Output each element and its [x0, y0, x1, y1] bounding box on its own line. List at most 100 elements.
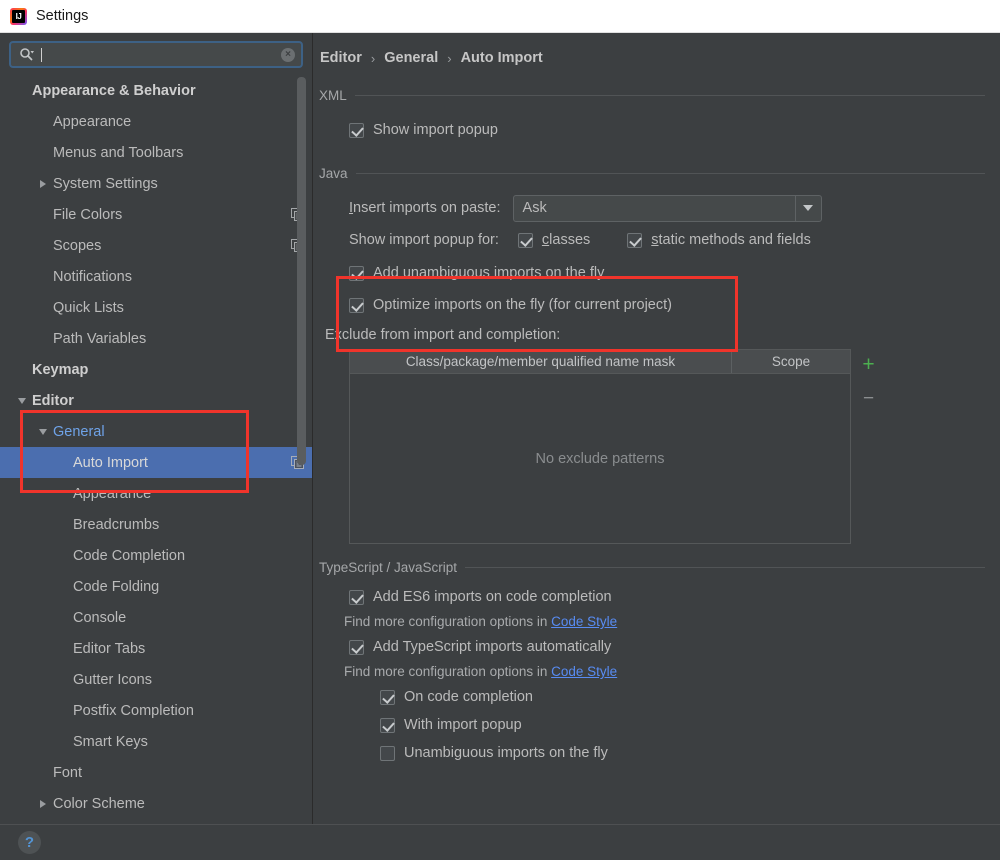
settings-sidebar: × Appearance & Behavior Appearance Menus a…: [0, 33, 313, 824]
search-input[interactable]: ×: [9, 41, 303, 68]
window-title: Settings: [36, 8, 89, 24]
sidebar-item-general[interactable]: General: [0, 416, 312, 447]
checkbox-icon[interactable]: [380, 717, 395, 733]
sidebar-item-quick-lists[interactable]: Quick Lists: [0, 292, 312, 323]
sidebar-item-breadcrumbs[interactable]: Breadcrumbs: [0, 509, 312, 540]
table-column-header-scope[interactable]: Scope: [732, 350, 850, 373]
checkbox-label: Optimize imports on the fly (for current…: [373, 297, 672, 313]
chevron-down-icon[interactable]: [12, 397, 32, 404]
checkbox-icon[interactable]: [380, 689, 395, 705]
checkbox-icon[interactable]: [380, 745, 395, 761]
exclude-table[interactable]: Class/package/member qualified name mask…: [349, 349, 851, 544]
sidebar-item-label: Keymap: [32, 361, 89, 378]
checkbox-icon[interactable]: [627, 232, 643, 248]
checkbox-add-typescript-imports[interactable]: Add TypeScript imports automatically: [349, 633, 985, 661]
exclude-table-container: Class/package/member qualified name mask…: [319, 349, 985, 544]
checkbox-label: Add ES6 imports on code completion: [373, 589, 612, 605]
sidebar-item-notifications[interactable]: Notifications: [0, 261, 312, 292]
breadcrumb: Editor › General › Auto Import: [313, 33, 1000, 66]
sidebar-item-path-variables[interactable]: Path Variables: [0, 323, 312, 354]
intellij-idea-icon: IJ: [10, 7, 27, 25]
sidebar-scrollbar-track[interactable]: [297, 75, 309, 817]
sidebar-item-appearance-behavior[interactable]: Appearance & Behavior: [0, 75, 312, 106]
hint-text: Find more configuration options in: [344, 614, 552, 629]
sidebar-scrollbar-thumb[interactable]: [297, 77, 306, 465]
checkbox-icon[interactable]: [349, 122, 364, 138]
checkbox-add-unambiguous-imports[interactable]: Add unambiguous imports on the fly: [349, 257, 985, 289]
checkbox-add-es6-imports[interactable]: Add ES6 imports on code completion: [349, 583, 985, 611]
insert-imports-row: Insert imports on paste: Ask: [349, 193, 985, 223]
settings-dialog: × Appearance & Behavior Appearance Menus a…: [0, 33, 1000, 824]
sidebar-item-label: Appearance & Behavior: [32, 82, 196, 99]
app-icon-text: IJ: [15, 11, 22, 21]
sidebar-item-smart-keys[interactable]: Smart Keys: [0, 726, 312, 757]
sidebar-item-code-completion[interactable]: Code Completion: [0, 540, 312, 571]
checkbox-icon[interactable]: [349, 589, 364, 605]
checkbox-icon[interactable]: [349, 297, 364, 313]
sidebar-item-label: Postfix Completion: [73, 702, 194, 719]
sidebar-item-auto-import[interactable]: Auto Import: [0, 447, 312, 478]
show-import-popup-for-row: Show import popup for: classes static me…: [349, 223, 985, 257]
sidebar-item-appearance[interactable]: Appearance: [0, 478, 312, 509]
checkbox-show-import-popup-xml[interactable]: Show import popup: [349, 116, 985, 144]
xml-group-title: XML: [319, 88, 985, 103]
clear-icon[interactable]: ×: [281, 47, 295, 62]
breadcrumb-item-general[interactable]: General: [384, 50, 438, 66]
breadcrumb-separator: ›: [447, 50, 452, 66]
chevron-down-icon[interactable]: [794, 195, 821, 221]
sidebar-item-code-folding[interactable]: Code Folding: [0, 571, 312, 602]
checkbox-static-methods[interactable]: static methods and fields: [627, 232, 811, 248]
sidebar-item-appearance[interactable]: Appearance: [0, 106, 312, 137]
sidebar-item-color-scheme[interactable]: Color Scheme: [0, 788, 312, 817]
sidebar-item-label: Gutter Icons: [73, 671, 152, 688]
sidebar-item-label: Editor: [32, 392, 74, 409]
sidebar-item-font[interactable]: Font: [0, 757, 312, 788]
sidebar-item-editor[interactable]: Editor: [0, 385, 312, 416]
breadcrumb-item-editor[interactable]: Editor: [320, 50, 362, 66]
hint-code-style-es6: Find more configuration options in Code …: [344, 611, 985, 633]
remove-pattern-button[interactable]: −: [856, 386, 882, 410]
chevron-down-icon[interactable]: [33, 428, 53, 435]
sidebar-item-label: Breadcrumbs: [73, 516, 160, 533]
sidebar-item-label: Quick Lists: [53, 299, 124, 316]
sidebar-item-label: Color Scheme: [53, 795, 145, 812]
checkbox-optimize-imports[interactable]: Optimize imports on the fly (for current…: [349, 289, 985, 321]
sidebar-item-scopes[interactable]: Scopes: [0, 230, 312, 261]
hint-text: Find more configuration options in: [344, 664, 552, 679]
insert-imports-dropdown[interactable]: Ask: [512, 194, 822, 222]
help-button[interactable]: ?: [18, 831, 41, 854]
checkbox-icon[interactable]: [349, 639, 364, 655]
group-divider: [355, 173, 985, 174]
sidebar-item-console[interactable]: Console: [0, 602, 312, 633]
checkbox-unambiguous-imports-on-fly[interactable]: Unambiguous imports on the fly: [349, 739, 985, 767]
search-container: ×: [0, 33, 312, 75]
chevron-right-icon[interactable]: [33, 179, 53, 188]
typescript-javascript-group: TypeScript / JavaScript Add ES6 imports …: [313, 560, 1000, 767]
sidebar-item-gutter-icons[interactable]: Gutter Icons: [0, 664, 312, 695]
sidebar-item-system-settings[interactable]: System Settings: [0, 168, 312, 199]
sidebar-item-menus-and-toolbars[interactable]: Menus and Toolbars: [0, 137, 312, 168]
add-pattern-button[interactable]: +: [856, 352, 882, 376]
link-code-style[interactable]: Code Style: [551, 614, 617, 629]
link-code-style[interactable]: Code Style: [551, 664, 617, 679]
table-header: Class/package/member qualified name mask…: [350, 350, 850, 374]
table-column-header-mask[interactable]: Class/package/member qualified name mask: [350, 350, 732, 373]
checkbox-icon[interactable]: [517, 232, 533, 248]
arrow-glyph: [40, 179, 46, 188]
checkbox-label: Add unambiguous imports on the fly: [373, 265, 605, 281]
arrow-glyph: [40, 799, 46, 808]
sidebar-item-file-colors[interactable]: File Colors: [0, 199, 312, 230]
checkbox-classes[interactable]: classes: [517, 232, 590, 248]
chevron-right-icon[interactable]: [33, 799, 53, 808]
checkbox-icon[interactable]: [349, 265, 364, 281]
hint-code-style-typescript: Find more configuration options in Code …: [344, 661, 985, 683]
checkbox-label: classes: [542, 232, 590, 248]
sidebar-item-editor-tabs[interactable]: Editor Tabs: [0, 633, 312, 664]
static-label-rest: tatic methods and fields: [658, 232, 811, 248]
checkbox-with-import-popup[interactable]: With import popup: [349, 711, 985, 739]
sidebar-item-postfix-completion[interactable]: Postfix Completion: [0, 695, 312, 726]
checkbox-label: Add TypeScript imports automatically: [373, 639, 612, 655]
ts-group-body: Add ES6 imports on code completion Find …: [319, 575, 985, 767]
sidebar-item-keymap[interactable]: Keymap: [0, 354, 312, 385]
checkbox-on-code-completion[interactable]: On code completion: [349, 683, 985, 711]
